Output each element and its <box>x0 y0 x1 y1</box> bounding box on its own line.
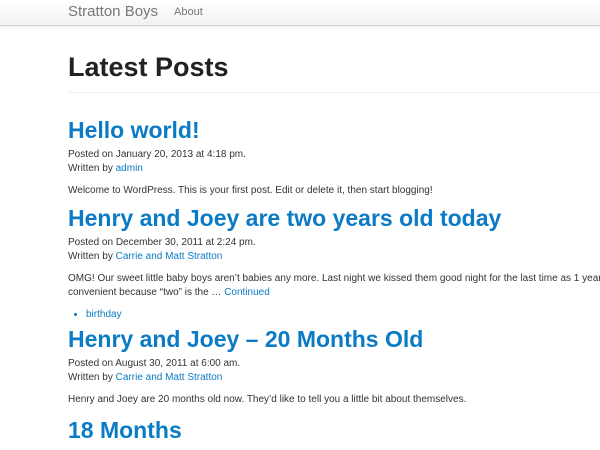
excerpt-line-2: convenient because “two” is the … Contin… <box>68 287 270 298</box>
post-byline: Written by admin <box>68 162 600 176</box>
author-link[interactable]: admin <box>116 163 143 174</box>
post-18-months: 18 Months <box>68 416 600 444</box>
site-brand-link[interactable]: Stratton Boys <box>68 3 158 20</box>
written-by-label: Written by <box>68 163 113 174</box>
post-excerpt: Welcome to WordPress. This is your first… <box>68 185 433 196</box>
post-two-years-old: Henry and Joey are two years old today P… <box>68 204 600 322</box>
post-date: Posted on January 20, 2013 at 4:18 pm. <box>68 149 246 160</box>
post-date: Posted on December 30, 2011 at 2:24 pm. <box>68 237 256 248</box>
page-header: Latest Posts <box>68 50 600 93</box>
post-meta: Posted on January 20, 2013 at 4:18 pm. W… <box>68 148 600 176</box>
tag-item: birthday <box>86 308 600 322</box>
post-byline: Written by Carrie and Matt Stratton <box>68 371 600 385</box>
post-excerpt: Henry and Joey are 20 months old now. Th… <box>68 394 467 405</box>
post-title: Henry and Joey – 20 Months Old <box>68 325 600 353</box>
post-title-link[interactable]: Henry and Joey – 20 Months Old <box>68 326 423 352</box>
post-title: Henry and Joey are two years old today <box>68 204 600 232</box>
excerpt-line-1: OMG! Our sweet little baby boys aren’t b… <box>68 273 600 284</box>
author-link[interactable]: Carrie and Matt Stratton <box>116 372 223 383</box>
nav-link-about[interactable]: About <box>174 6 203 18</box>
continued-link[interactable]: Continued <box>224 287 270 298</box>
post-title: 18 Months <box>68 416 600 444</box>
post-20-months: Henry and Joey – 20 Months Old Posted on… <box>68 325 600 407</box>
written-by-label: Written by <box>68 372 113 383</box>
post-title-link[interactable]: Henry and Joey are two years old today <box>68 205 501 231</box>
post-tags: birthday <box>68 308 600 322</box>
top-navbar: Stratton Boys About <box>0 0 600 26</box>
post-excerpt: OMG! Our sweet little baby boys aren’t b… <box>68 272 600 300</box>
post-hello-world: Hello world! Posted on January 20, 2013 … <box>68 116 600 198</box>
post-title-link[interactable]: Hello world! <box>68 117 200 143</box>
post-title: Hello world! <box>68 116 600 144</box>
page-title: Latest Posts <box>68 52 229 82</box>
post-byline: Written by Carrie and Matt Stratton <box>68 250 600 264</box>
post-meta: Posted on August 30, 2011 at 6:00 am. Wr… <box>68 357 600 385</box>
post-date: Posted on August 30, 2011 at 6:00 am. <box>68 358 241 369</box>
author-link[interactable]: Carrie and Matt Stratton <box>116 251 223 262</box>
tag-link-birthday[interactable]: birthday <box>86 309 122 320</box>
written-by-label: Written by <box>68 251 113 262</box>
post-title-link[interactable]: 18 Months <box>68 417 182 443</box>
post-meta: Posted on December 30, 2011 at 2:24 pm. … <box>68 236 600 264</box>
